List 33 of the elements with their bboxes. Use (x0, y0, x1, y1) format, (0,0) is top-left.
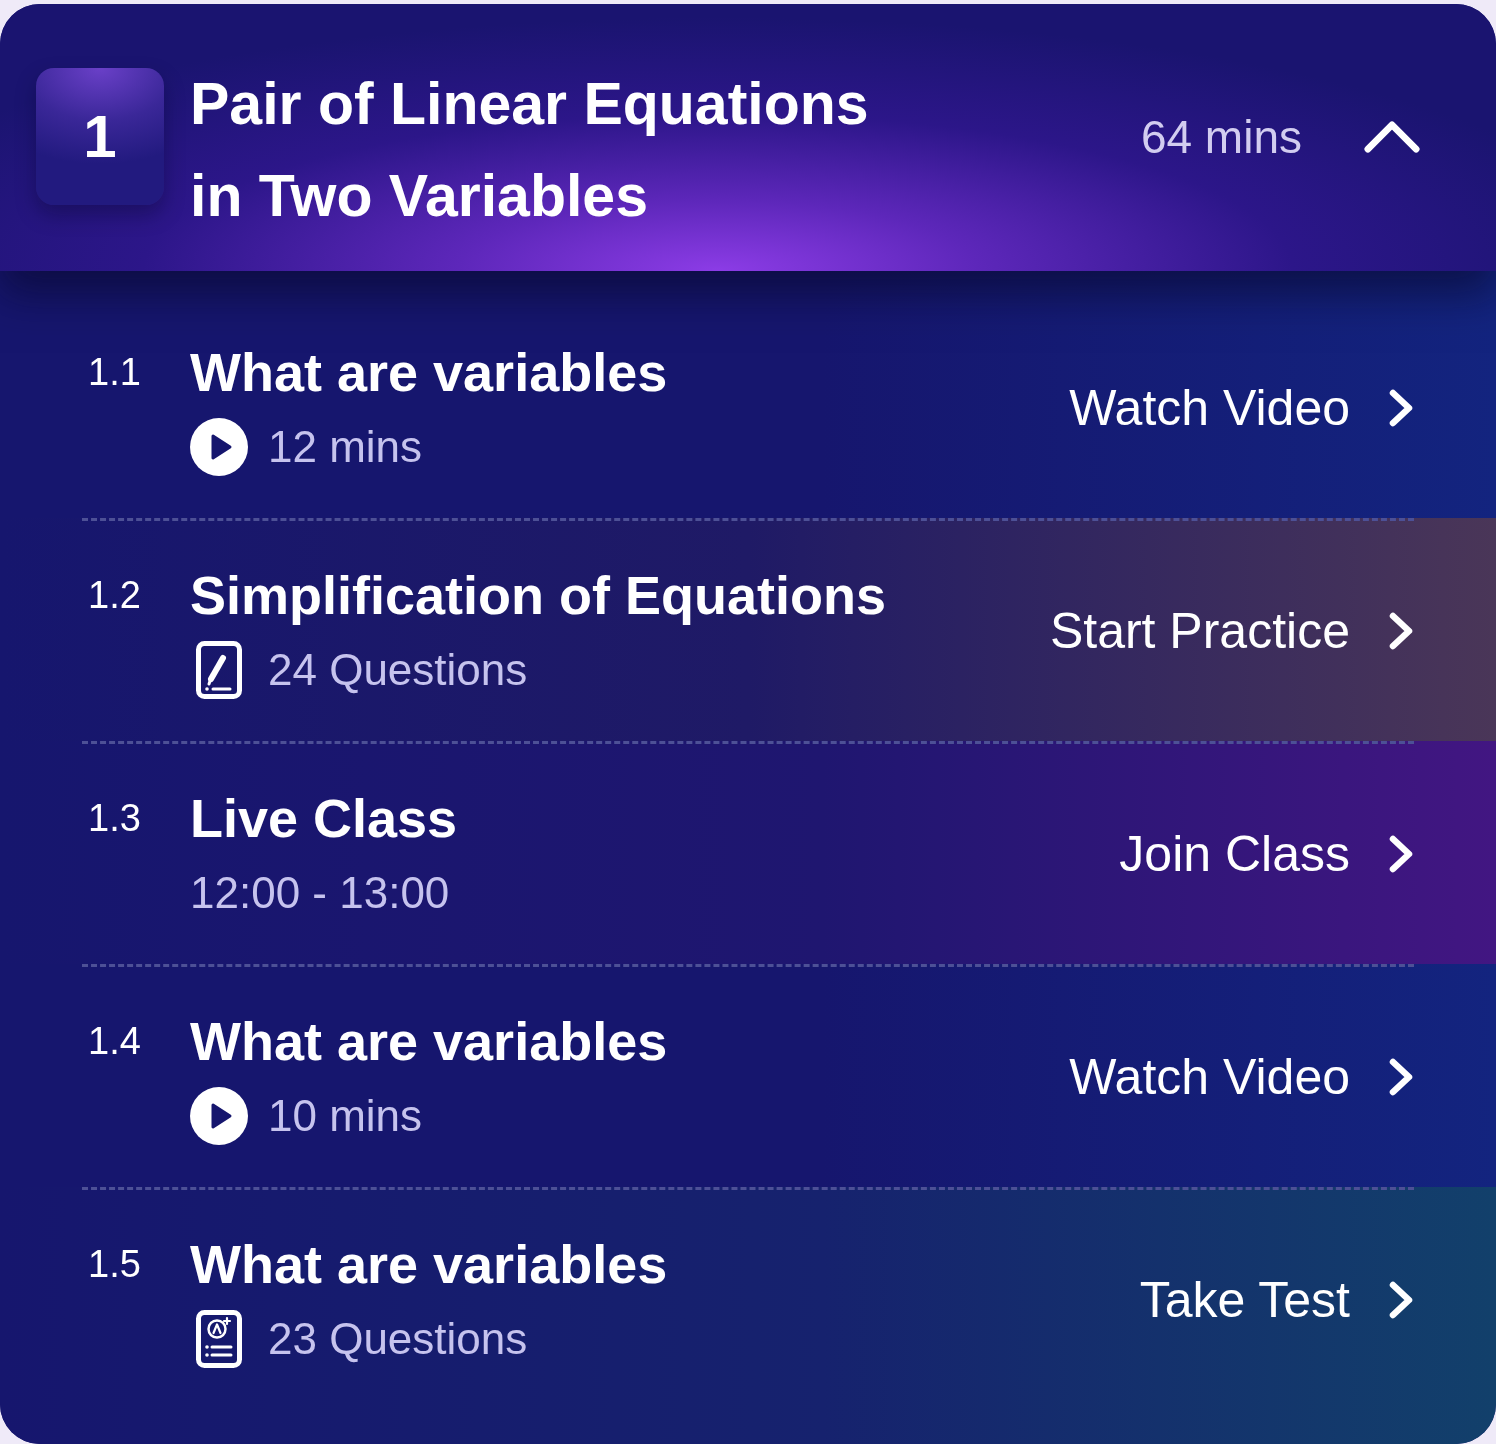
start-practice-button[interactable]: Start Practice (1049, 606, 1414, 656)
play-icon (190, 418, 248, 476)
chevron-right-icon (1388, 834, 1414, 874)
lesson-number: 1.5 (88, 1245, 142, 1283)
watch-video-button[interactable]: Watch Video (1069, 1052, 1414, 1102)
watch-video-button[interactable]: Watch Video (1069, 383, 1414, 433)
lesson-number: 1.1 (88, 353, 142, 391)
lesson-title: What are variables (190, 345, 668, 399)
test-sheet-icon (196, 1310, 242, 1368)
lesson-meta: 12 mins (268, 425, 423, 469)
section-title: Pair of Linear Equations in Two Variables (190, 70, 870, 231)
lesson-number: 1.2 (88, 576, 142, 614)
chevron-right-icon (1388, 1057, 1414, 1097)
lesson-number: 1.3 (88, 799, 142, 837)
chapter-number-badge: 1 (36, 68, 164, 205)
lesson-meta: 24 Questions (268, 648, 528, 692)
collapse-chevron-icon[interactable] (1364, 120, 1420, 153)
lesson-title: Live Class (190, 791, 458, 845)
join-class-button[interactable]: Join Class (1119, 829, 1414, 879)
play-icon (190, 1087, 248, 1145)
section-duration: 64 mins (1140, 113, 1302, 160)
chevron-right-icon (1388, 611, 1414, 651)
lesson-title: What are variables (190, 1237, 668, 1291)
lesson-title: What are variables (190, 1014, 668, 1068)
chevron-right-icon (1388, 388, 1414, 428)
class-time: 12:00 - 13:00 (190, 871, 450, 915)
take-test-button[interactable]: Take Test (1139, 1275, 1414, 1325)
lesson-meta: 10 mins (268, 1094, 423, 1138)
section-header[interactable]: 1 Pair of Linear Equations in Two Variables 64 mins (0, 4, 1496, 271)
lesson-meta: 23 Questions (268, 1317, 528, 1361)
chevron-right-icon (1388, 1280, 1414, 1320)
lesson-number: 1.4 (88, 1022, 142, 1060)
tablet-pencil-icon (196, 641, 242, 699)
